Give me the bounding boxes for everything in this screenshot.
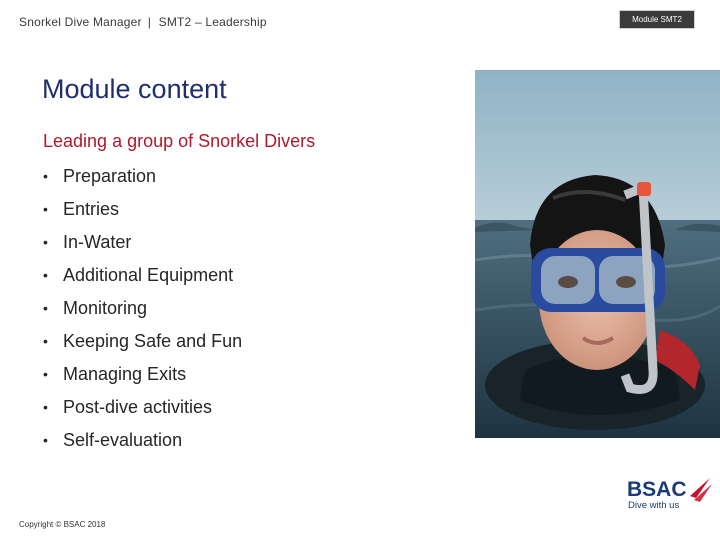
copyright-footer: Copyright © BSAC 2018: [19, 520, 106, 529]
bullet-item: • In-Water: [43, 231, 242, 264]
bullet-item: • Entries: [43, 198, 242, 231]
bullet-icon: •: [43, 234, 48, 250]
course-name: Snorkel Dive Manager: [19, 15, 142, 29]
module-tag: Module SMT2: [619, 10, 695, 29]
bullet-item: • Monitoring: [43, 297, 242, 330]
bullet-icon: •: [43, 399, 48, 415]
bullet-item: • Post-dive activities: [43, 396, 242, 429]
logo-tagline-text: Dive with us: [628, 500, 679, 511]
header-separator: |: [147, 15, 152, 29]
bullet-item: • Self-evaluation: [43, 429, 242, 462]
bullet-icon: •: [43, 333, 48, 349]
snorkeller-illustration: [475, 70, 720, 438]
slide-subtitle: Leading a group of Snorkel Divers: [43, 131, 316, 151]
logo-brand-text: BSAC: [627, 478, 687, 501]
bsac-logo: BSAC Dive with us: [627, 478, 712, 511]
bullet-item: • Additional Equipment: [43, 264, 242, 297]
slide-header: Snorkel Dive Manager | SMT2 – Leadership: [19, 15, 267, 29]
content-bullet-list: • Preparation • Entries • In-Water • Additio…: [43, 165, 242, 462]
bullet-text: Additional Equipment: [63, 265, 234, 285]
bullet-icon: •: [43, 168, 48, 184]
bullet-icon: •: [43, 300, 48, 316]
bullet-text: Keeping Safe and Fun: [63, 331, 243, 351]
bullet-item: • Managing Exits: [43, 363, 242, 396]
bullet-icon: •: [43, 267, 48, 283]
snorkeller-photo: [475, 70, 720, 438]
bullet-icon: •: [43, 201, 48, 217]
bullet-text: In-Water: [63, 232, 132, 252]
bullet-text: Managing Exits: [63, 364, 187, 384]
bullet-text: Self-evaluation: [63, 430, 183, 450]
bullet-item: • Preparation: [43, 165, 242, 198]
bullet-text: Post-dive activities: [63, 397, 213, 417]
bullet-item: • Keeping Safe and Fun: [43, 330, 242, 363]
bullet-icon: •: [43, 432, 48, 448]
bullet-icon: •: [43, 366, 48, 382]
bullet-text: Entries: [63, 199, 120, 219]
module-name: SMT2 – Leadership: [158, 15, 267, 29]
bullet-text: Monitoring: [63, 298, 148, 318]
bullet-text: Preparation: [63, 166, 157, 186]
slide-title: Module content: [42, 74, 227, 104]
